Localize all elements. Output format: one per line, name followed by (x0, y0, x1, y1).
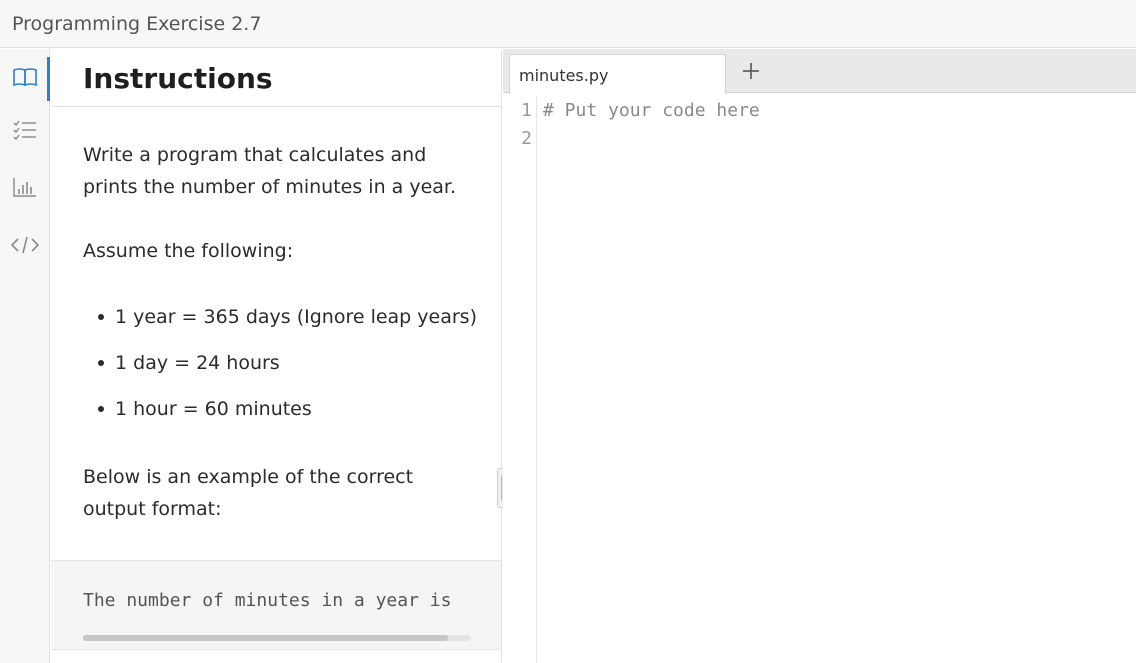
example-scrollbar-thumb[interactable] (83, 635, 448, 641)
editor-tab-bar: minutes.py (503, 49, 1136, 94)
book-icon (13, 68, 37, 87)
rail-item-checklist[interactable] (0, 107, 50, 155)
line-number-gutter: 1 2 (503, 97, 537, 663)
list-item: 1 year = 365 days (Ignore leap years) (98, 301, 477, 347)
list-item-text: 1 year = 365 days (Ignore leap years) (115, 306, 477, 328)
tab-label: minutes.py (519, 66, 609, 85)
rail-item-instructions[interactable] (0, 53, 50, 101)
code-editor: minutes.py 1 2 # Put your code here (503, 49, 1136, 663)
list-item: 1 hour = 60 minutes (98, 393, 477, 439)
assumption-list: 1 year = 365 days (Ignore leap years) 1 … (98, 301, 477, 439)
side-rail (0, 49, 50, 663)
example-output-block: The number of minutes in a year is (51, 560, 501, 650)
example-scrollbar[interactable] (83, 635, 471, 641)
plus-icon (743, 63, 759, 79)
rail-item-progress[interactable] (0, 163, 50, 211)
title-bar: Programming Exercise 2.7 (0, 0, 1136, 48)
instructions-panel: Instructions Write a program that calcul… (51, 49, 502, 663)
active-indicator (47, 57, 50, 101)
bullet-dot-icon (98, 314, 104, 320)
list-item-text: 1 day = 24 hours (115, 352, 280, 374)
instructions-paragraph: Assume the following: (83, 240, 294, 262)
bullet-dot-icon (98, 406, 104, 412)
window-title: Programming Exercise 2.7 (12, 13, 262, 35)
add-file-button[interactable] (735, 55, 767, 87)
example-output-text: The number of minutes in a year is (83, 590, 452, 611)
rail-item-code[interactable] (0, 221, 50, 269)
code-line[interactable]: # Put your code here (543, 97, 760, 125)
instructions-title: Instructions (83, 62, 273, 95)
line-number: 2 (521, 128, 532, 149)
bullet-dot-icon (98, 360, 104, 366)
checklist-icon (13, 120, 36, 141)
instructions-header: Instructions (51, 49, 501, 107)
instructions-paragraph: Below is an example of the correct outpu… (83, 466, 414, 520)
code-icon (11, 236, 39, 254)
list-item: 1 day = 24 hours (98, 347, 477, 393)
list-item-text: 1 hour = 60 minutes (115, 398, 312, 420)
bar-chart-icon (13, 178, 36, 197)
line-number: 1 (521, 100, 532, 121)
instructions-paragraph: Write a program that calculates and prin… (83, 144, 457, 198)
tab-minutes-py[interactable]: minutes.py (509, 54, 726, 94)
